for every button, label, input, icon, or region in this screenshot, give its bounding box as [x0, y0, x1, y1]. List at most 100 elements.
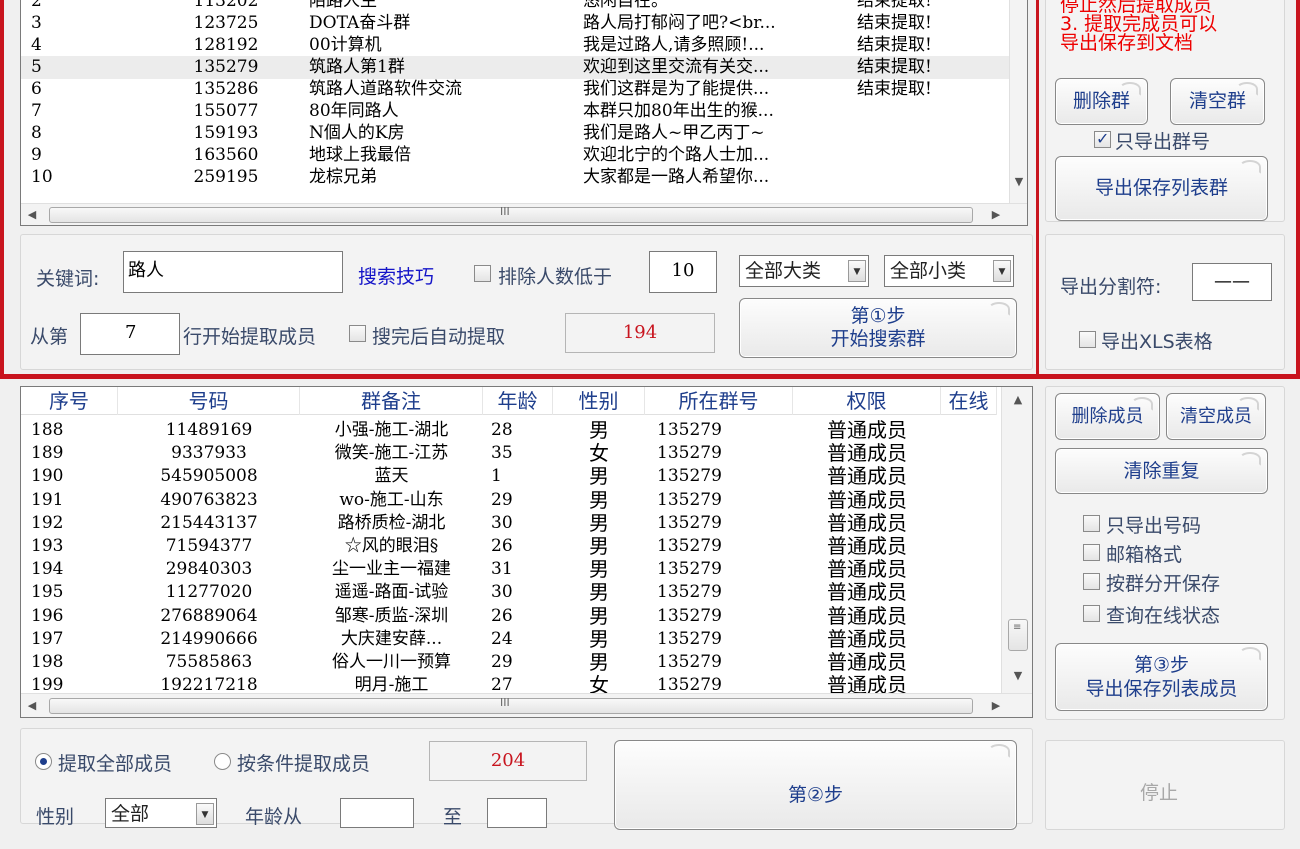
group-row[interactable]: 7 155077 80年同路人 本群只加80年出生的猴...: [21, 100, 1009, 123]
group-n-cell: 4: [31, 35, 42, 55]
from-row-input[interactable]: 7: [80, 313, 180, 355]
group-n-cell: 9: [31, 145, 42, 165]
stop-button[interactable]: 停止: [1140, 778, 1178, 805]
member-row[interactable]: 191 490763823 wo-施工-山东 29 男 135279 普通成员: [21, 489, 999, 512]
member-note-cell: 邹寒-质监-深圳: [334, 605, 449, 626]
column-header[interactable]: 所在群号: [645, 387, 793, 415]
member-list-hscroll-thumb[interactable]: III: [49, 696, 973, 714]
group-n-cell: 7: [31, 101, 42, 121]
extract-all-radio[interactable]: [35, 753, 52, 770]
group-name-cell: 80年同路人: [309, 101, 399, 121]
column-header[interactable]: 号码: [118, 387, 300, 415]
member-age-cell: 30: [491, 512, 513, 533]
member-row[interactable]: 192 215443137 路桥质检-湖北 30 男 135279 普通成员: [21, 512, 999, 535]
chevron-down-icon[interactable]: ▼: [196, 803, 214, 825]
step2-extract-button[interactable]: 第②步: [614, 740, 1017, 830]
search-tips-link[interactable]: 搜索技巧: [358, 262, 434, 289]
member-row[interactable]: 197 214990666 大庆建安薛... 24 男 135279 普通成员: [21, 628, 999, 651]
group-row[interactable]: 5 135279 筑路人第1群 欢迎到这里交流有关交... 结束提取!: [21, 56, 1009, 79]
age-from-label: 年龄从: [245, 806, 303, 828]
scroll-left-icon[interactable]: ◀: [23, 206, 41, 224]
member-sex-cell: 男: [589, 581, 609, 605]
gender-label: 性别: [36, 806, 75, 828]
group-row[interactable]: 9 163560 地球上我最倍 欢迎北宁的个路人士加...: [21, 144, 1009, 167]
exclude-below-checkbox[interactable]: [474, 265, 491, 282]
scroll-down-icon[interactable]: ▼: [1010, 173, 1027, 191]
frame-border-left-top: [0, 0, 4, 378]
group-desc-cell: 欢迎北宁的个路人士加...: [583, 145, 770, 165]
exclude-below-input[interactable]: 10: [649, 251, 717, 293]
member-list-hscrollbar[interactable]: ◀ III ▶: [21, 693, 1032, 717]
group-row[interactable]: 8 159193 N個人的K房 我们是路人~甲乙丙丁~: [21, 122, 1009, 145]
age-to-input[interactable]: [487, 798, 547, 828]
age-from-input[interactable]: [340, 798, 414, 828]
member-row[interactable]: 195 11277020 遥遥-路面-试验 30 男 135279 普通成员: [21, 581, 999, 604]
only-export-number-checkbox[interactable]: [1083, 515, 1100, 532]
group-status-cell: 结束提取!: [857, 57, 932, 77]
delimiter-input[interactable]: ——: [1192, 263, 1272, 301]
member-n-cell: 195: [31, 582, 64, 603]
export-group-list-button[interactable]: 导出保存列表群: [1055, 156, 1268, 221]
query-online-checkbox[interactable]: [1083, 605, 1100, 622]
dedupe-button[interactable]: 清除重复: [1055, 448, 1268, 494]
member-vscroll-thumb[interactable]: ≡: [1008, 619, 1028, 651]
gender-select[interactable]: 全部 ▼: [105, 798, 217, 828]
step1-search-button[interactable]: 第①步 开始搜索群: [739, 298, 1017, 358]
scroll-left-icon[interactable]: ◀: [23, 697, 41, 715]
member-row[interactable]: 196 276889064 邹寒-质监-深圳 26 男 135279 普通成员: [21, 605, 999, 628]
extract-by-condition-radio[interactable]: [214, 753, 231, 770]
group-list-hscrollbar[interactable]: ◀ III ▶: [21, 203, 1027, 225]
member-row[interactable]: 198 75585863 俗人一川一预算 29 男 135279 普通成员: [21, 651, 999, 674]
member-age-cell: 26: [491, 536, 513, 556]
chevron-down-icon[interactable]: ▼: [848, 260, 866, 282]
delete-group-button[interactable]: 删除群: [1055, 78, 1148, 125]
chevron-down-icon[interactable]: ▼: [993, 260, 1011, 282]
member-row[interactable]: 193 71594377 ☆风的眼泪§ 26 男 135279 普通成员: [21, 535, 999, 558]
group-n-cell: 3: [31, 13, 42, 33]
group-id-cell: 159193: [193, 123, 259, 143]
group-row[interactable]: 4 128192 00计算机 我是过路人,请多照顾!... 结束提取!: [21, 34, 1009, 57]
group-name-cell: N個人的K房: [309, 123, 405, 143]
member-id-cell: 490763823: [160, 489, 258, 510]
member-list[interactable]: 序号 号码 群备注 年龄 性别 所在群号 权限 在线 188 11489169 小强…: [20, 386, 1033, 718]
member-row[interactable]: 188 11489169 小强-施工-湖北 28 男 135279 普通成员: [21, 419, 999, 442]
clear-member-button[interactable]: 清空成员: [1166, 393, 1266, 440]
member-row[interactable]: 194 29840303 尘一业主一福建 31 男 135279 普通成员: [21, 558, 999, 581]
member-list-vscrollbar[interactable]: ▲ ≡ ▼: [1001, 387, 1032, 693]
member-age-cell: 31: [491, 559, 513, 580]
scroll-right-icon[interactable]: ▶: [987, 697, 1005, 715]
clear-group-button[interactable]: 清空群: [1170, 78, 1265, 125]
save-by-group-checkbox[interactable]: [1083, 573, 1100, 590]
member-row[interactable]: 189 9337933 微笑-施工-江苏 35 女 135279 普通成员: [21, 442, 999, 465]
member-id-cell: 11277020: [165, 582, 253, 603]
scroll-right-icon[interactable]: ▶: [987, 206, 1005, 224]
only-export-group-id-checkbox[interactable]: [1094, 129, 1111, 148]
keyword-input[interactable]: 路人: [123, 251, 343, 293]
group-row[interactable]: 3 123725 DOTA奋斗群 路人局打郁闷了吧?<br... 结束提取!: [21, 12, 1009, 35]
query-online-label: 查询在线状态: [1106, 605, 1221, 627]
scroll-up-icon[interactable]: ▲: [1009, 391, 1027, 409]
column-header[interactable]: 权限: [793, 387, 941, 415]
column-header[interactable]: 群备注: [300, 387, 483, 415]
group-list-hscroll-thumb[interactable]: III: [49, 205, 973, 223]
column-header[interactable]: 序号: [21, 387, 118, 415]
email-format-checkbox[interactable]: [1083, 544, 1100, 561]
instruction-line: 导出保存到文档: [1060, 32, 1194, 54]
column-header[interactable]: 在线: [941, 387, 997, 415]
export-xls-checkbox[interactable]: [1079, 331, 1096, 348]
category-select[interactable]: 全部大类 ▼: [739, 255, 869, 287]
member-row[interactable]: 190 545905008 蓝天 1 男 135279 普通成员: [21, 465, 999, 488]
subcategory-select[interactable]: 全部小类 ▼: [884, 255, 1014, 287]
delete-member-button[interactable]: 删除成员: [1055, 393, 1160, 440]
member-sex-cell: 男: [589, 488, 609, 512]
group-row[interactable]: 6 135286 筑路人道路软件交流 我们这群是为了能提供... 结束提取!: [21, 78, 1009, 101]
step3-export-members-button[interactable]: 第③步 导出保存列表成员: [1055, 643, 1268, 711]
column-header[interactable]: 年龄: [483, 387, 553, 415]
group-list-vscrollbar[interactable]: ▼: [1009, 0, 1027, 203]
group-row[interactable]: 10 259195 龙棕兄弟 大家都是一路人希望你...: [21, 166, 1009, 189]
auto-extract-checkbox[interactable]: [349, 325, 366, 342]
group-id-cell: 123725: [193, 13, 259, 33]
scroll-down-icon[interactable]: ▼: [1009, 667, 1027, 685]
group-list[interactable]: 2 113202 陌路人生 悠闲自在。 结束提取! 3 123725 DOTA奋斗群 路人局打郁…: [20, 0, 1028, 226]
column-header[interactable]: 性别: [553, 387, 645, 415]
